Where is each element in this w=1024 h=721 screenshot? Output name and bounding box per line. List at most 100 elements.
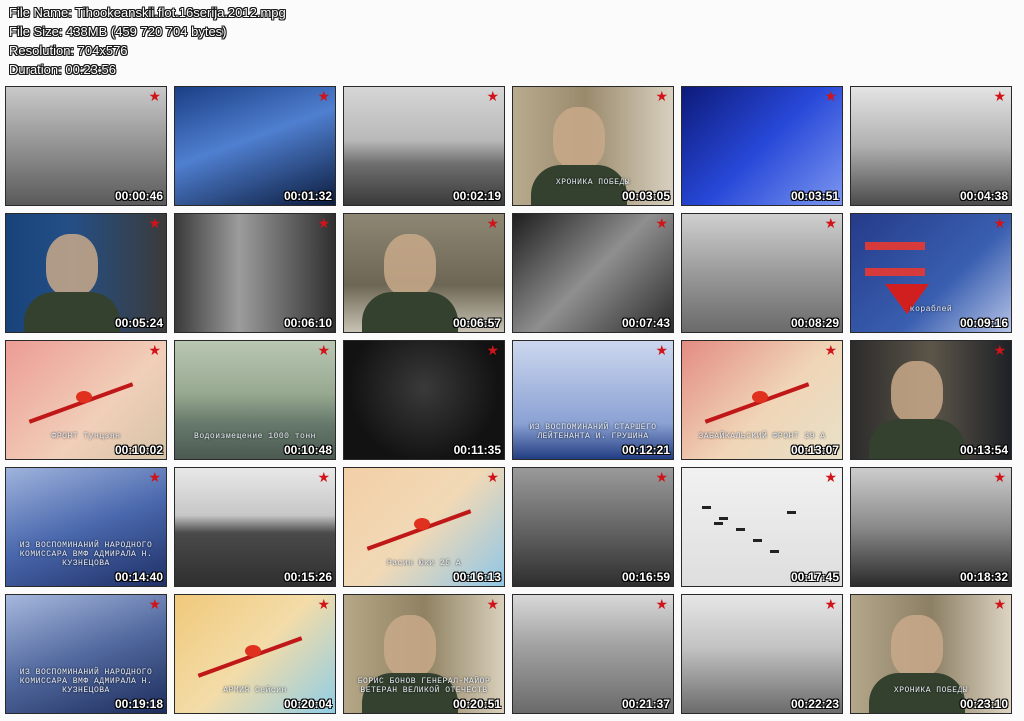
timestamp: 00:16:59 xyxy=(621,570,670,584)
thumbnail[interactable]: ФРОНТ Тунцзян ★ 00:10:02 xyxy=(5,340,167,460)
channel-star-icon: ★ xyxy=(148,342,161,358)
timestamp: 00:09:16 xyxy=(959,316,1008,330)
thumbnail-image xyxy=(851,595,1011,713)
face-shape xyxy=(384,615,436,677)
channel-star-icon: ★ xyxy=(993,215,1006,231)
channel-star-icon: ★ xyxy=(824,469,837,485)
channel-star-icon: ★ xyxy=(824,88,837,104)
thumbnail[interactable]: кораблей ★ 00:09:16 xyxy=(850,213,1012,333)
thumbnail-caption: ИЗ ВОСПОМИНАНИЙ НАРОДНОГО КОМИССАРА ВМФ … xyxy=(19,541,153,568)
channel-star-icon: ★ xyxy=(824,596,837,612)
timestamp: 00:13:54 xyxy=(959,443,1008,457)
thumbnail[interactable]: ★ 00:02:19 xyxy=(343,86,505,206)
timestamp: 00:23:10 xyxy=(959,697,1008,711)
thumbnail-caption: ИЗ ВОСПОМИНАНИЙ НАРОДНОГО КОМИССАРА ВМФ … xyxy=(19,668,153,695)
thumbnail[interactable]: ★ 00:06:10 xyxy=(174,213,336,333)
timestamp: 00:10:48 xyxy=(283,443,332,457)
thumbnail[interactable]: Водоизмещение 1000 тонн ★ 00:10:48 xyxy=(174,340,336,460)
timestamp: 00:18:32 xyxy=(959,570,1008,584)
face-shape xyxy=(891,615,943,677)
thumbnail[interactable]: ★ 00:01:32 xyxy=(174,86,336,206)
thumbnail-image xyxy=(344,595,504,713)
channel-star-icon: ★ xyxy=(486,596,499,612)
thumbnail-caption: кораблей xyxy=(909,305,953,314)
channel-star-icon: ★ xyxy=(993,596,1006,612)
timestamp: 00:02:19 xyxy=(452,189,501,203)
plane-shape xyxy=(770,550,779,553)
channel-star-icon: ★ xyxy=(148,88,161,104)
thumbnail[interactable]: ★ 00:07:43 xyxy=(512,213,674,333)
timestamp: 00:03:05 xyxy=(621,189,670,203)
thumbnail-image xyxy=(175,595,335,713)
plane-shape xyxy=(714,522,723,525)
thumbnail-caption: ЗАБАЙКАЛЬСКИЙ ФРОНТ 39 А xyxy=(698,432,826,441)
thumbnail-image xyxy=(682,214,842,332)
thumbnail-image xyxy=(682,341,842,459)
thumbnail[interactable]: ★ 00:03:51 xyxy=(681,86,843,206)
thumbnail[interactable]: ИЗ ВОСПОМИНАНИЙ НАРОДНОГО КОМИССАРА ВМФ … xyxy=(5,594,167,714)
timestamp: 00:20:04 xyxy=(283,697,332,711)
timestamp: 00:12:21 xyxy=(621,443,670,457)
ship-shape xyxy=(865,268,925,276)
thumbnail-image xyxy=(175,214,335,332)
thumbnail[interactable]: ★ 00:04:38 xyxy=(850,86,1012,206)
plane-shape xyxy=(702,506,711,509)
thumbnail[interactable]: ★ 00:17:45 xyxy=(681,467,843,587)
thumbnail[interactable]: БОРИС БОНОВ ГЕНЕРАЛ-МАЙОР ВЕТЕРАН ВЕЛИКО… xyxy=(343,594,505,714)
channel-star-icon: ★ xyxy=(317,596,330,612)
timestamp: 00:10:02 xyxy=(114,443,163,457)
plane-shape xyxy=(753,539,762,542)
thumbnail[interactable]: ХРОНИКА ПОБЕДЫ ★ 00:03:05 xyxy=(512,86,674,206)
thumbnail[interactable]: ★ 00:15:26 xyxy=(174,467,336,587)
thumbnail[interactable]: ЗАБАЙКАЛЬСКИЙ ФРОНТ 39 А ★ 00:13:07 xyxy=(681,340,843,460)
timestamp: 00:08:29 xyxy=(790,316,839,330)
thumbnail-image xyxy=(6,214,166,332)
thumbnail-image xyxy=(6,468,166,586)
thumbnail-caption: БОРИС БОНОВ ГЕНЕРАЛ-МАЙОР ВЕТЕРАН ВЕЛИКО… xyxy=(357,677,491,695)
thumbnail-image xyxy=(175,468,335,586)
channel-star-icon: ★ xyxy=(655,596,668,612)
thumbnail-image xyxy=(682,595,842,713)
thumbnail[interactable]: ★ 00:05:24 xyxy=(5,213,167,333)
timestamp: 00:17:45 xyxy=(790,570,839,584)
thumbnail-image xyxy=(6,87,166,205)
thumbnail[interactable]: ★ 00:21:37 xyxy=(512,594,674,714)
thumbnail-image xyxy=(344,468,504,586)
thumbnail[interactable]: ★ 00:13:54 xyxy=(850,340,1012,460)
thumbnail[interactable]: ★ 00:06:57 xyxy=(343,213,505,333)
map-marker xyxy=(245,645,261,657)
thumbnail-image xyxy=(344,341,504,459)
thumbnail[interactable]: ★ 00:18:32 xyxy=(850,467,1012,587)
timestamp: 00:20:51 xyxy=(452,697,501,711)
thumbnail-caption: АРМИЯ Сейсин xyxy=(223,686,287,695)
timestamp: 00:07:43 xyxy=(621,316,670,330)
thumbnail[interactable]: ★ 00:11:35 xyxy=(343,340,505,460)
thumbnail[interactable]: ИЗ ВОСПОМИНАНИЙ СТАРШЕГО ЛЕЙТЕНАНТА И. Г… xyxy=(512,340,674,460)
channel-star-icon: ★ xyxy=(655,469,668,485)
thumbnail-caption: ХРОНИКА ПОБЕДЫ xyxy=(555,178,631,187)
thumbnail-image xyxy=(682,87,842,205)
timestamp: 00:04:38 xyxy=(959,189,1008,203)
thumbnail-image xyxy=(851,341,1011,459)
thumbnail[interactable]: Расин Юки 25 А ★ 00:16:13 xyxy=(343,467,505,587)
channel-star-icon: ★ xyxy=(655,342,668,358)
map-arrow xyxy=(197,636,303,678)
channel-star-icon: ★ xyxy=(486,88,499,104)
thumbnail[interactable]: ★ 00:22:23 xyxy=(681,594,843,714)
timestamp: 00:15:26 xyxy=(283,570,332,584)
thumbnail[interactable]: ★ 00:00:46 xyxy=(5,86,167,206)
channel-star-icon: ★ xyxy=(317,88,330,104)
face-shape xyxy=(553,107,605,169)
thumbnail[interactable]: ★ 00:08:29 xyxy=(681,213,843,333)
thumbnail[interactable]: АРМИЯ Сейсин ★ 00:20:04 xyxy=(174,594,336,714)
timestamp: 00:11:35 xyxy=(453,443,501,457)
thumbnail-image xyxy=(175,87,335,205)
thumbnail-image xyxy=(6,341,166,459)
thumbnail[interactable]: ХРОНИКА ПОБЕДЫ ★ 00:23:10 xyxy=(850,594,1012,714)
channel-star-icon: ★ xyxy=(317,469,330,485)
thumbnail[interactable]: ★ 00:16:59 xyxy=(512,467,674,587)
thumbnail[interactable]: ИЗ ВОСПОМИНАНИЙ НАРОДНОГО КОМИССАРА ВМФ … xyxy=(5,467,167,587)
timestamp: 00:06:57 xyxy=(452,316,501,330)
face-shape xyxy=(46,234,98,296)
map-marker xyxy=(752,391,768,403)
